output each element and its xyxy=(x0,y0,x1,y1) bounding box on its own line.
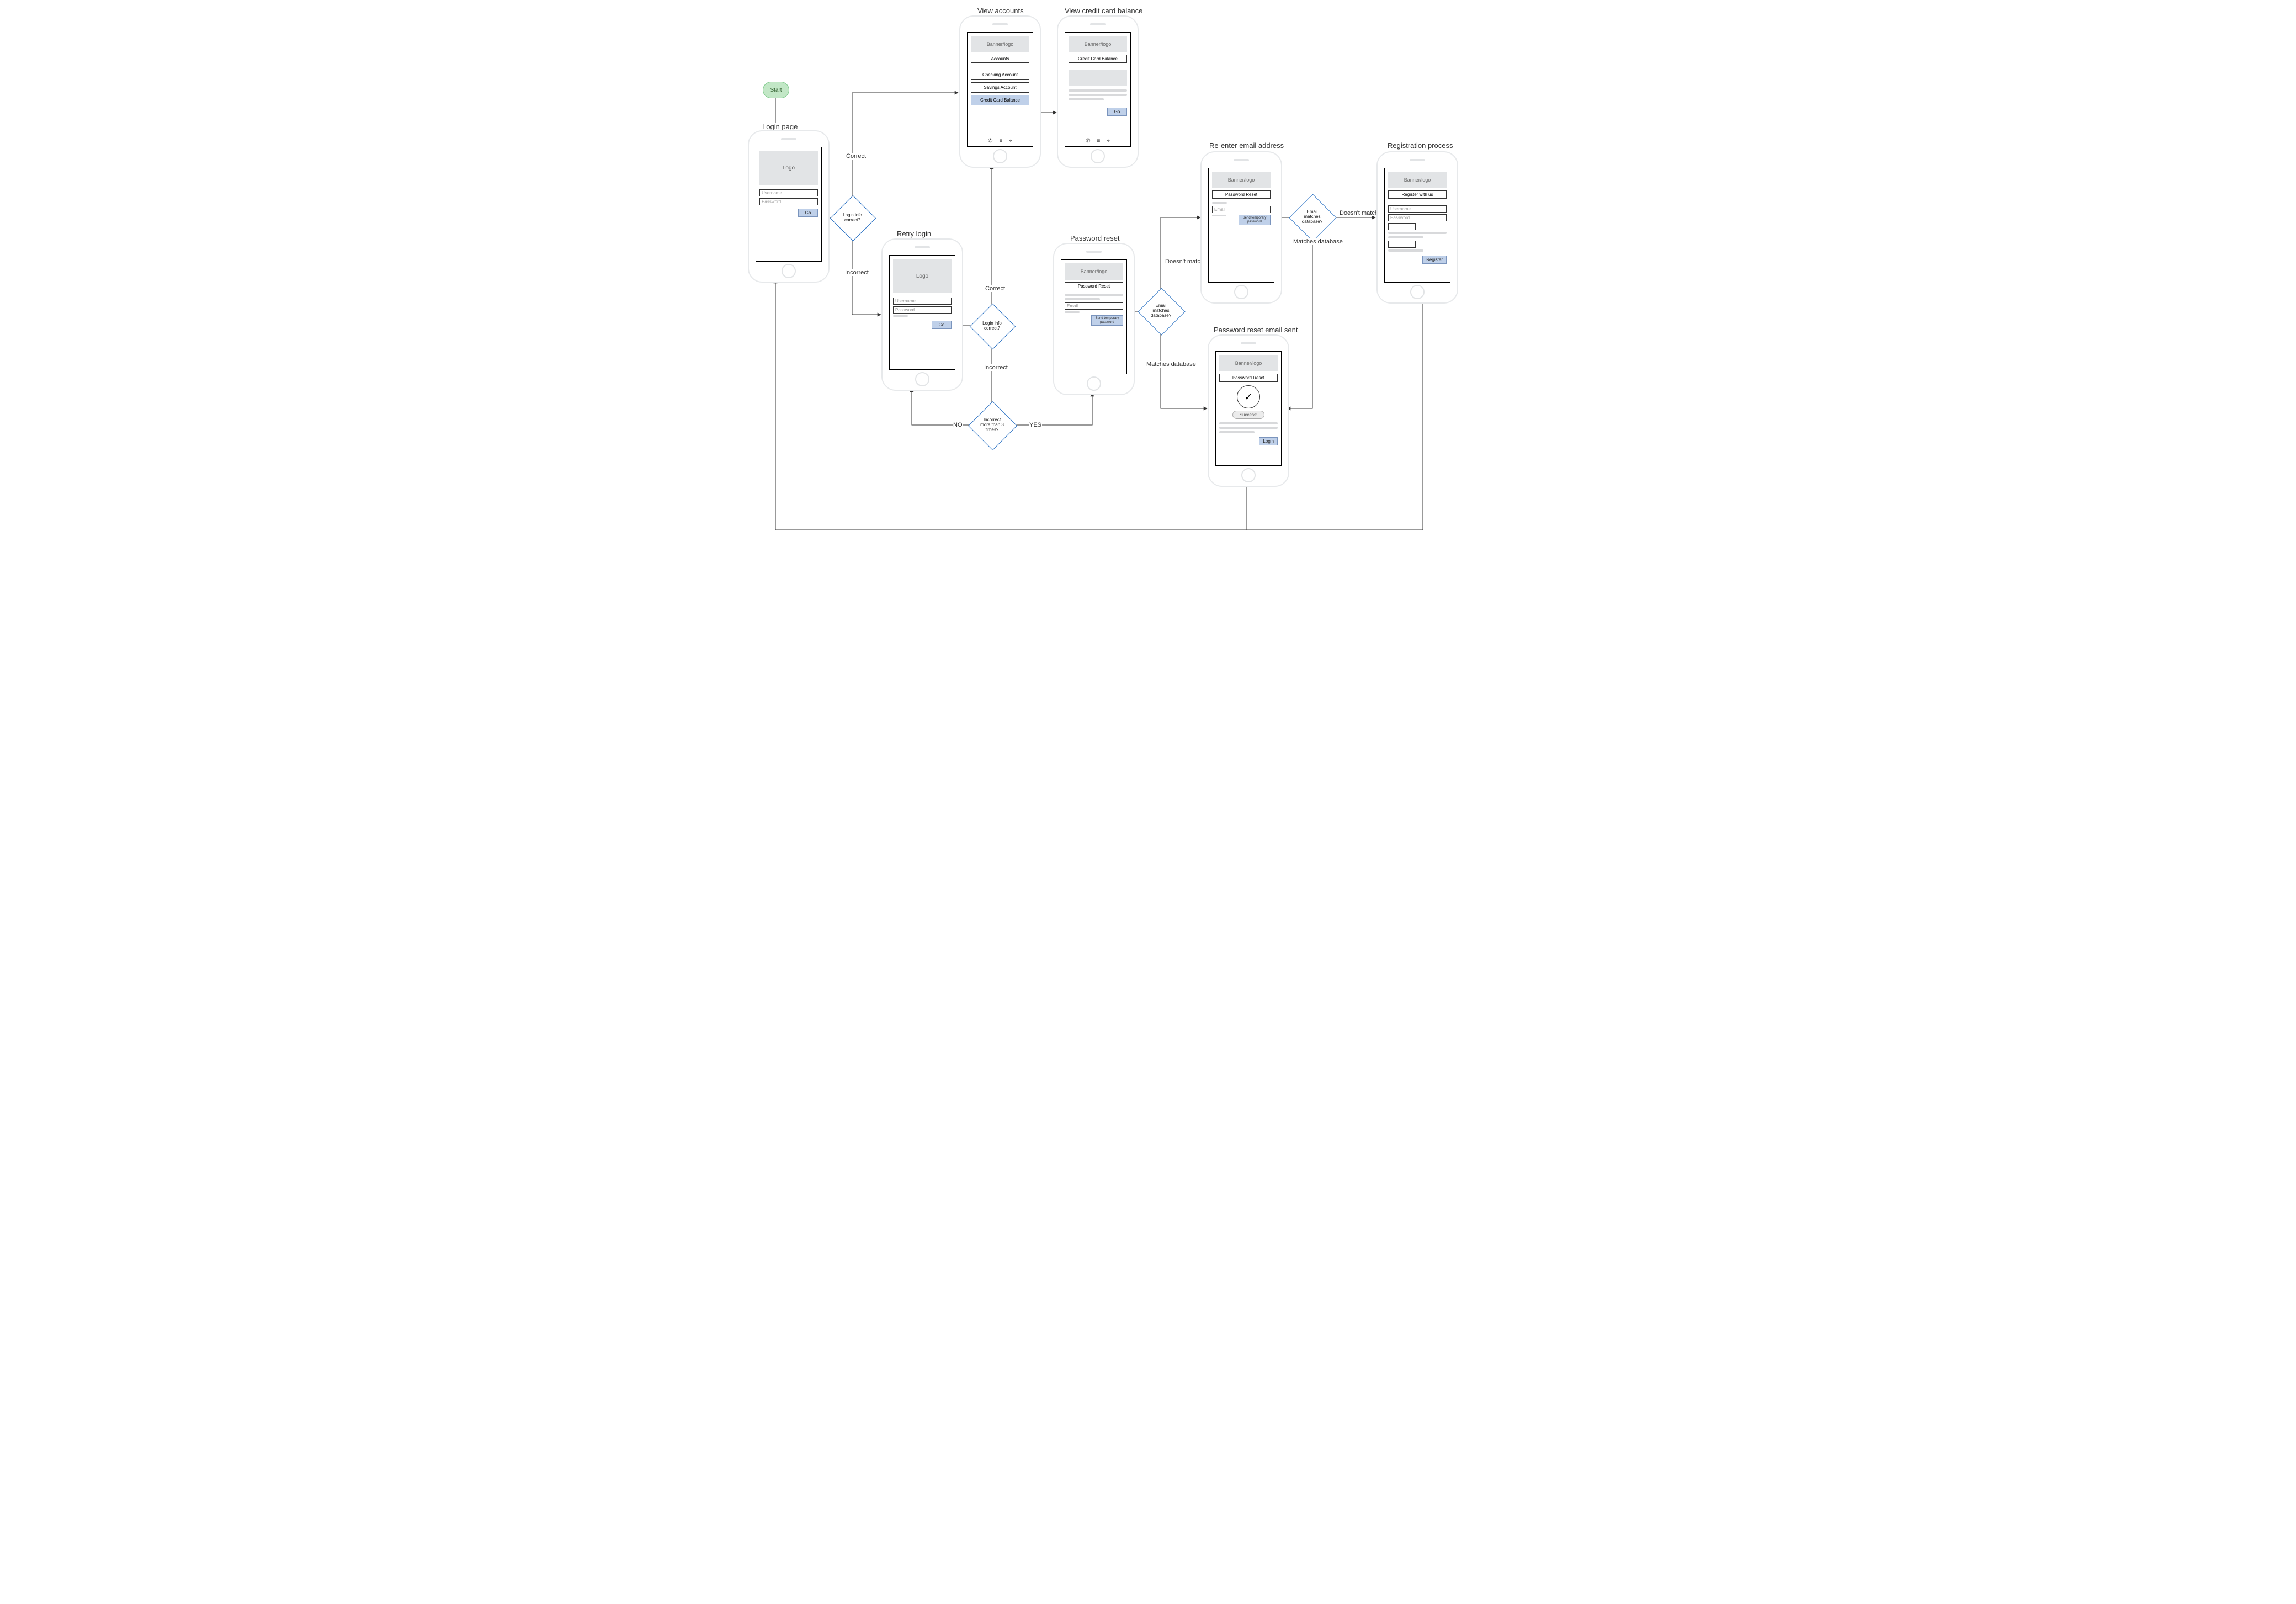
phone-icon[interactable]: ✆ xyxy=(1086,138,1090,144)
decision-email-match-2: Email matches database? xyxy=(1296,201,1328,233)
decision-login-correct-2: Login info correct? xyxy=(976,310,1008,342)
go-button[interactable]: Go xyxy=(932,321,952,329)
location-icon[interactable]: ⌖ xyxy=(1009,138,1012,144)
go-button[interactable]: Go xyxy=(1107,108,1127,116)
phone-ccbal: Banner/logo Credit Card Balance Go ✆ ≡ ⌖ xyxy=(1057,15,1139,168)
username-field[interactable]: Username xyxy=(759,189,818,196)
reenter-title: Password Reset xyxy=(1212,190,1271,199)
accounts-title: Accounts xyxy=(971,55,1029,63)
phone-pwsent: Banner/logo Password Reset ✓ Success! Lo… xyxy=(1208,334,1289,487)
item-checking[interactable]: Checking Account xyxy=(971,70,1029,80)
password-field[interactable]: Password xyxy=(893,306,952,314)
menu-icon[interactable]: ≡ xyxy=(999,138,1002,144)
logo: Logo xyxy=(893,259,952,293)
email-field[interactable]: Email xyxy=(1065,302,1123,310)
go-button[interactable]: Go xyxy=(798,209,818,217)
login-button[interactable]: Login xyxy=(1259,437,1278,445)
extra-field-1[interactable] xyxy=(1388,223,1416,230)
username-field[interactable]: Username xyxy=(893,298,952,305)
success-label: Success! xyxy=(1232,411,1264,419)
location-icon[interactable]: ⌖ xyxy=(1107,138,1110,144)
edge-label-correct2: Correct xyxy=(985,285,1006,292)
phone-icon[interactable]: ✆ xyxy=(988,138,992,144)
title-pwreset: Password reset xyxy=(1070,234,1120,242)
ccbal-title: Credit Card Balance xyxy=(1069,55,1127,63)
banner: Banner/logo xyxy=(1065,263,1123,280)
banner: Banner/logo xyxy=(1388,172,1447,188)
decision-3-attempts: Incorrect more than 3 times? xyxy=(975,408,1009,442)
pwsent-title: Password Reset xyxy=(1219,374,1278,382)
register-button[interactable]: Register xyxy=(1422,256,1447,264)
pwreset-title: Password Reset xyxy=(1065,282,1123,290)
banner: Banner/logo xyxy=(971,36,1029,52)
edge-label-no: NO xyxy=(953,422,963,428)
username-field[interactable]: Username xyxy=(1388,205,1447,213)
title-retry: Retry login xyxy=(896,230,932,238)
title-register: Registration process xyxy=(1387,141,1454,150)
edge-label-yes: YES xyxy=(1029,422,1042,428)
title-login: Login page xyxy=(762,123,798,131)
check-icon: ✓ xyxy=(1237,385,1260,408)
email-field[interactable]: Email xyxy=(1212,206,1271,213)
item-savings[interactable]: Savings Account xyxy=(971,82,1029,93)
extra-field-2[interactable] xyxy=(1388,241,1416,248)
start-label: Start xyxy=(770,87,782,93)
banner: Banner/logo xyxy=(1069,36,1127,52)
decision-login-correct-1: Login info correct? xyxy=(837,202,868,233)
banner: Banner/logo xyxy=(1219,355,1278,371)
title-pwsent: Password reset email sent xyxy=(1213,326,1298,334)
edge-label-matches1: Matches database xyxy=(1146,361,1197,368)
phone-register: Banner/logo Register with us Username Pa… xyxy=(1376,151,1458,304)
edge-label-correct1: Correct xyxy=(846,153,867,160)
phone-login: Logo Username Password Go xyxy=(748,130,830,283)
edge-label-incorrect1: Incorrect xyxy=(844,269,869,276)
edge-label-matches2: Matches database xyxy=(1293,238,1343,245)
start-node: Start xyxy=(763,82,789,98)
logo: Logo xyxy=(759,151,818,185)
phone-retry: Logo Username Password Go xyxy=(881,238,963,391)
title-reenter: Re-enter email address xyxy=(1209,141,1284,150)
send-temp-password-button[interactable]: Send temporary password xyxy=(1239,215,1271,225)
register-title: Register with us xyxy=(1388,190,1447,199)
menu-icon[interactable]: ≡ xyxy=(1097,138,1100,144)
password-field[interactable]: Password xyxy=(1388,214,1447,221)
title-accounts: View accounts xyxy=(977,7,1024,15)
title-ccbal: View credit card balance xyxy=(1064,7,1143,15)
decision-email-match-1: Email matches database? xyxy=(1145,295,1177,327)
password-field[interactable]: Password xyxy=(759,198,818,205)
banner: Banner/logo xyxy=(1212,172,1271,188)
send-temp-password-button[interactable]: Send temporary password xyxy=(1091,315,1123,326)
phone-pwreset: Banner/logo Password Reset Email Send te… xyxy=(1053,243,1135,395)
phone-reenter: Banner/logo Password Reset Email Send te… xyxy=(1200,151,1282,304)
phone-accounts: Banner/logo Accounts Checking Account Sa… xyxy=(959,15,1041,168)
edge-label-incorrect2: Incorrect xyxy=(984,364,1008,371)
item-credit-card[interactable]: Credit Card Balance xyxy=(971,95,1029,105)
flow-diagram: { "start": { "label": "Start" }, "titles… xyxy=(729,0,1567,586)
